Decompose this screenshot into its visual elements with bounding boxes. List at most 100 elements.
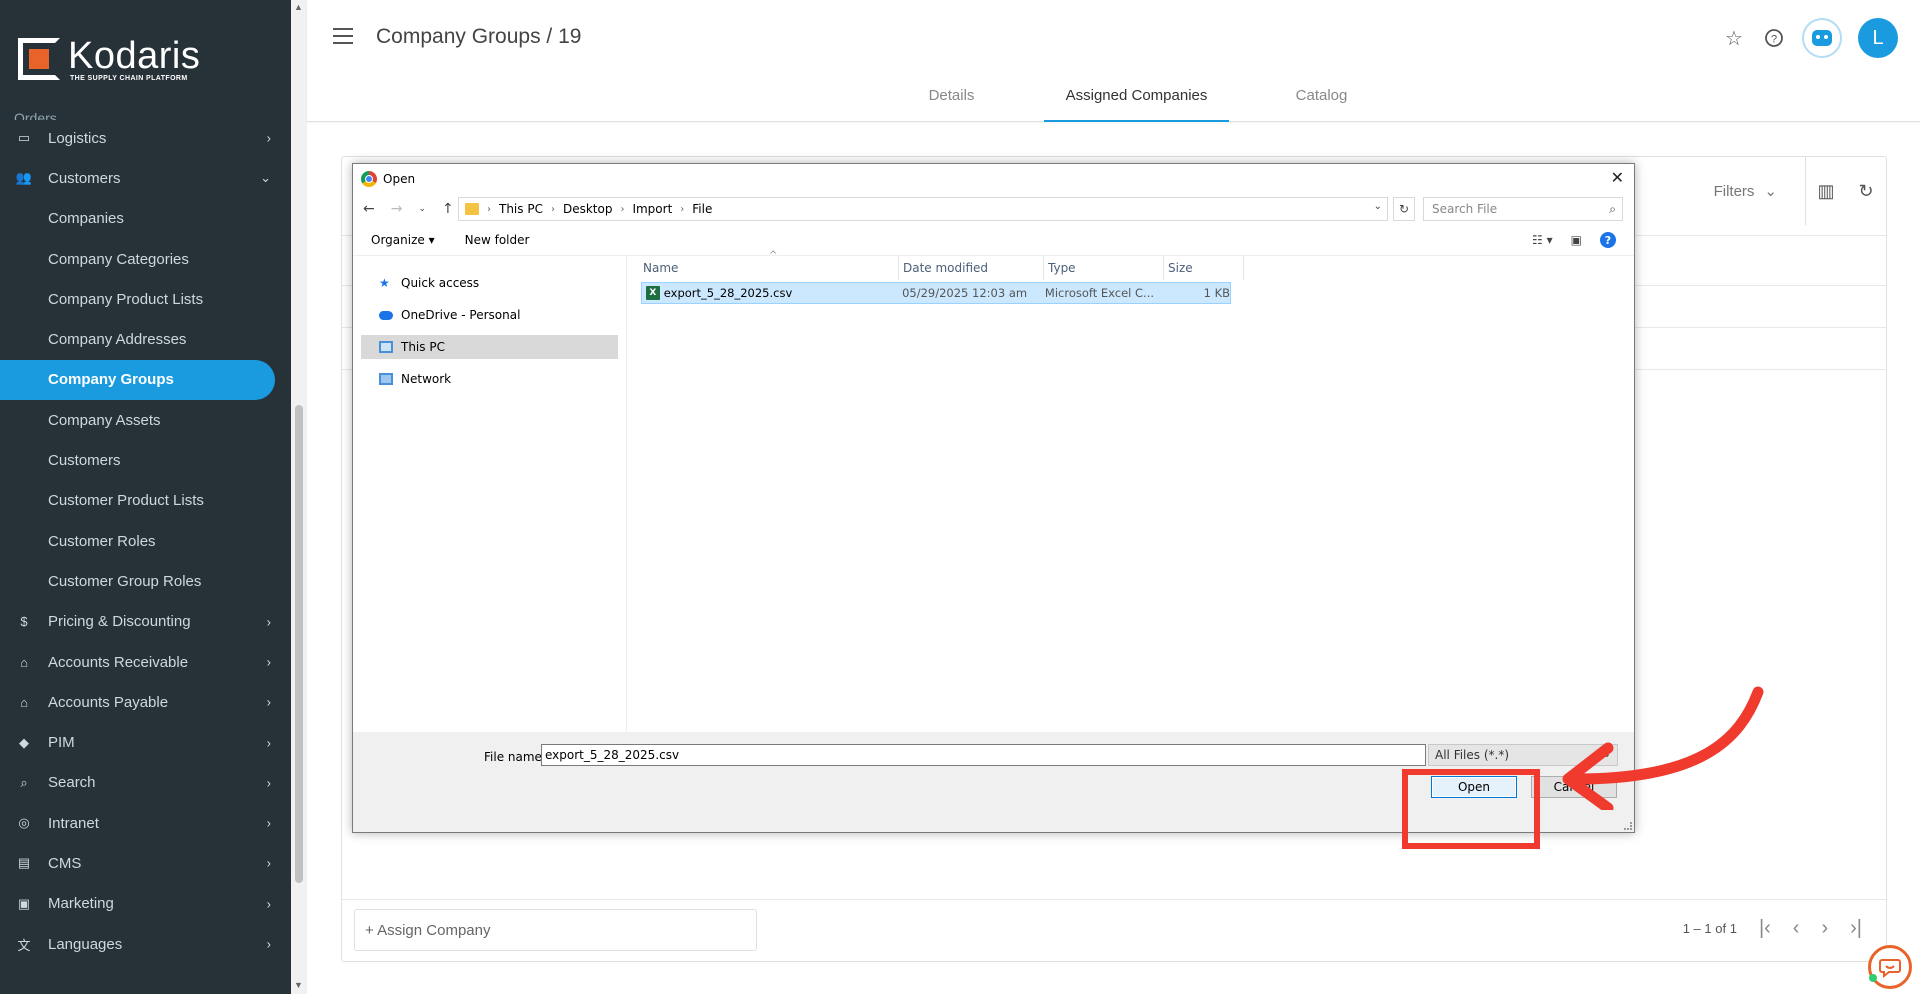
sidebar-item-companies[interactable]: Companies — [0, 199, 291, 239]
sidebar-item-search[interactable]: ⌕ Search › — [0, 763, 291, 803]
chevron-right-icon: › — [266, 936, 271, 952]
brand-tagline: THE SUPPLY CHAIN PLATFORM — [70, 74, 188, 82]
sidebar-item-customer-roles[interactable]: Customer Roles — [0, 521, 291, 561]
sidebar-item-marketing[interactable]: ▣ Marketing › — [0, 884, 291, 924]
column-header-name[interactable]: Name — [639, 256, 899, 280]
search-placeholder: Search File — [1432, 202, 1498, 216]
sidebar-item-company-categories[interactable]: Company Categories — [0, 239, 291, 279]
back-arrow-icon[interactable]: ← — [363, 201, 375, 217]
dialog-titlebar[interactable]: Open ✕ — [353, 164, 1634, 194]
truck-icon: ▭ — [17, 130, 31, 146]
breadcrumb-import[interactable]: Import — [632, 202, 672, 216]
columns-icon[interactable]: ▥ — [1806, 181, 1846, 202]
tab-assigned-companies[interactable]: Assigned Companies — [1044, 76, 1229, 122]
sidebar-item-customers[interactable]: 👥 Customers ⌄ — [0, 158, 291, 198]
address-dropdown-icon[interactable]: ⌄ — [1374, 201, 1382, 212]
brand-name: Kodaris — [68, 34, 201, 77]
column-header-date[interactable]: Date modified — [899, 256, 1044, 280]
sidebar-item-company-product-lists[interactable]: Company Product Lists — [0, 279, 291, 319]
breadcrumb-desktop[interactable]: Desktop — [563, 202, 613, 216]
hamburger-menu-icon[interactable] — [333, 28, 353, 44]
refresh-icon[interactable]: ↻ — [1846, 181, 1886, 202]
table-divider — [342, 899, 1886, 900]
sidebar-item-pricing-discounting[interactable]: $ Pricing & Discounting › — [0, 602, 291, 642]
online-status-dot — [1869, 974, 1877, 982]
sidebar-item-label: Company Groups — [48, 371, 174, 389]
last-page-icon[interactable]: ›| — [1850, 917, 1862, 940]
nav-this-pc[interactable]: This PC — [361, 335, 618, 359]
star-icon[interactable]: ☆ — [1722, 26, 1746, 50]
sidebar-item-languages[interactable]: 文 Languages › — [0, 924, 291, 964]
file-date: 05/29/2025 12:03 am — [902, 286, 1028, 300]
brand-logo[interactable]: Kodaris THE SUPPLY CHAIN PLATFORM — [0, 0, 291, 118]
tab-details[interactable]: Details — [859, 76, 1044, 122]
scroll-down-arrow-icon[interactable]: ▼ — [294, 980, 303, 990]
nav-network[interactable]: Network — [361, 367, 618, 391]
address-bar[interactable]: › This PC › Desktop › Import › File ⌄ — [458, 197, 1388, 221]
page-title: Company Groups / 19 — [376, 25, 582, 48]
refresh-icon[interactable]: ↻ — [1393, 197, 1415, 221]
help-icon[interactable]: ? — [1600, 232, 1616, 248]
sidebar-item-customer-group-roles[interactable]: Customer Group Roles — [0, 561, 291, 601]
sidebar-scroll-thumb[interactable] — [295, 405, 303, 883]
sidebar-item-accounts-payable[interactable]: ⌂ Accounts Payable › — [0, 682, 291, 722]
filters-button[interactable]: Filters ⌄ — [1713, 182, 1777, 201]
view-options-icon[interactable]: ☷ ▾ — [1532, 233, 1553, 247]
chevron-right-icon: › — [266, 694, 271, 710]
assistant-bot-button[interactable] — [1802, 18, 1842, 58]
next-page-icon[interactable]: › — [1821, 917, 1828, 940]
sidebar-item-cms[interactable]: ▤ CMS › — [0, 843, 291, 883]
sidebar-item-accounts-receivable[interactable]: ⌂ Accounts Receivable › — [0, 642, 291, 682]
sidebar-item-company-addresses[interactable]: Company Addresses — [0, 319, 291, 359]
sidebar-item-label: Marketing — [48, 895, 114, 913]
sidebar-item-company-groups[interactable]: Company Groups — [0, 359, 275, 401]
chrome-icon — [361, 171, 377, 187]
file-name-input[interactable]: export_5_28_2025.csv — [541, 744, 1426, 766]
close-icon[interactable]: ✕ — [1611, 168, 1624, 187]
search-icon: ⌕ — [1609, 202, 1616, 216]
new-folder-button[interactable]: New folder — [465, 233, 530, 247]
tab-catalog[interactable]: Catalog — [1229, 76, 1414, 122]
first-page-icon[interactable]: |‹ — [1759, 917, 1771, 940]
navigation-pane: ★ Quick access OneDrive - Personal This … — [353, 256, 627, 732]
sidebar-item-label: Intranet — [48, 814, 99, 832]
breadcrumb-this-pc[interactable]: This PC — [499, 202, 543, 216]
chat-support-icon[interactable] — [1868, 945, 1912, 989]
sidebar-item-customer-product-lists[interactable]: Customer Product Lists — [0, 481, 291, 521]
organize-button[interactable]: Organize ▾ — [371, 233, 435, 247]
bank-icon: ⌂ — [20, 694, 28, 710]
filters-label: Filters — [1713, 182, 1755, 200]
breadcrumb-file[interactable]: File — [692, 202, 712, 216]
column-header-size[interactable]: Size — [1164, 256, 1244, 280]
assign-company-button[interactable]: + Assign Company — [354, 909, 757, 951]
sidebar-item-label: Customers — [48, 169, 121, 187]
sidebar: Kodaris THE SUPPLY CHAIN PLATFORM Orders… — [0, 0, 291, 994]
sidebar-item-intranet[interactable]: ◎ Intranet › — [0, 803, 291, 843]
tag-icon: ◆ — [19, 734, 29, 750]
sidebar-item-company-assets[interactable]: Company Assets — [0, 400, 291, 440]
file-type: Microsoft Excel C... — [1044, 286, 1155, 300]
sidebar-item-customers[interactable]: Customers — [0, 440, 291, 480]
sidebar-item-logistics[interactable]: ▭ Logistics › — [0, 118, 291, 158]
recent-dropdown-icon[interactable]: ⌄ — [418, 201, 426, 217]
resize-grip-icon[interactable] — [1624, 822, 1632, 830]
sidebar-item-pim[interactable]: ◆ PIM › — [0, 722, 291, 762]
scroll-up-arrow-icon[interactable]: ▲ — [294, 2, 303, 12]
prev-page-icon[interactable]: ‹ — [1793, 917, 1800, 940]
help-icon[interactable]: ? — [1762, 26, 1786, 50]
cms-icon: ▤ — [17, 855, 31, 871]
forward-arrow-icon[interactable]: → — [391, 201, 403, 217]
up-arrow-icon[interactable]: ↑ — [442, 201, 454, 217]
user-avatar[interactable]: L — [1858, 18, 1898, 58]
folder-icon — [465, 203, 479, 215]
nav-onedrive[interactable]: OneDrive - Personal — [361, 303, 618, 327]
chevron-right-icon: › — [266, 855, 271, 871]
nav-quick-access[interactable]: ★ Quick access — [361, 271, 618, 295]
column-header-type[interactable]: Type — [1044, 256, 1164, 280]
search-file-input[interactable]: Search File ⌕ — [1423, 197, 1623, 221]
chevron-down-icon: ⌄ — [260, 170, 271, 186]
preview-pane-icon[interactable]: ▣ — [1571, 233, 1582, 247]
bank-icon: ⌂ — [20, 654, 28, 670]
file-row[interactable]: X export_5_28_2025.csv 05/29/2025 12:03 … — [641, 282, 1231, 304]
network-icon — [379, 373, 393, 385]
